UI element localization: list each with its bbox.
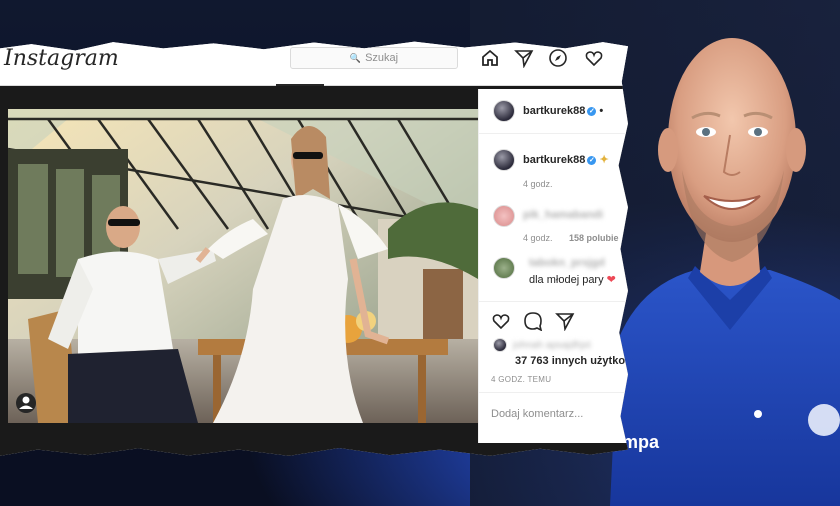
comment-bubble-icon[interactable] [523,311,543,331]
divider [479,133,628,134]
comment-text-content: dla młodej pary [529,274,604,286]
comment-username[interactable]: pik_hamabandi [523,209,603,221]
search-placeholder: Szukaj [365,52,399,64]
add-comment-input[interactable]: Dodaj komentarz... [491,408,583,420]
comment-time: 4 godz. [523,233,553,243]
comment-likes[interactable]: 158 polubie [569,233,619,243]
like-heart-icon[interactable] [491,311,511,331]
instagram-logo[interactable]: Instagram [4,46,119,71]
search-input[interactable]: 🔍 Szukaj [290,47,458,69]
player-portrait-image [610,38,840,506]
red-heart-icon: ❤ [606,274,616,286]
search-icon: 🔍 [349,52,362,63]
avatar[interactable] [493,257,515,279]
post-photo[interactable] [8,109,478,423]
caption-username-text[interactable]: bartkurek88 [523,154,585,166]
post-header: bartkurek88 ✓ • [479,89,628,133]
avatar[interactable] [493,149,515,171]
avatar[interactable] [493,100,515,122]
caption-username[interactable]: bartkurek88 ✓ ✦ [523,153,609,166]
caption-time: 4 godz. [523,179,553,189]
post-author-username-text[interactable]: bartkurek88 [523,105,585,117]
heart-icon[interactable] [584,48,604,68]
jersey-sponsor-fragment: mpa [622,432,660,452]
comment-item: pik_hamabandi 4 godz. 158 polubie [479,199,628,247]
likes-count[interactable]: 37 763 innych użytkow [515,355,628,367]
home-icon[interactable] [480,48,500,68]
liked-by-prefix[interactable]: johnah apsajdhjxt [513,340,591,351]
divider [479,392,628,393]
post-timestamp: 4 GODZ. TEMU [491,375,552,384]
comment-username[interactable]: tabokn_prsjgd [529,257,605,269]
avatar[interactable] [493,338,507,352]
share-icon[interactable] [555,311,575,331]
comment-text: dla młodej pary ❤ [529,273,616,286]
ring-emoji-icon: ✦ [599,154,609,166]
instagram-top-bar: Instagram 🔍 Szukaj [0,41,628,86]
comment-item: tabokn_prsjgd dla młodej pary ❤ [479,251,628,295]
verified-badge-icon: ✓ [587,155,597,165]
post-side-panel: bartkurek88 ✓ • bartkurek88 ✓ ✦ 4 godz. pi… [478,89,628,443]
post-author-username[interactable]: bartkurek88 ✓ • [523,105,603,117]
instagram-screenshot: Instagram 🔍 Szukaj bartkurek88 ✓ • bartk… [0,41,628,456]
caption: bartkurek88 ✓ ✦ 4 godz. [479,145,628,195]
avatar[interactable] [493,205,515,227]
explore-icon[interactable] [548,48,568,68]
divider [479,301,628,302]
direct-icon[interactable] [514,48,534,68]
